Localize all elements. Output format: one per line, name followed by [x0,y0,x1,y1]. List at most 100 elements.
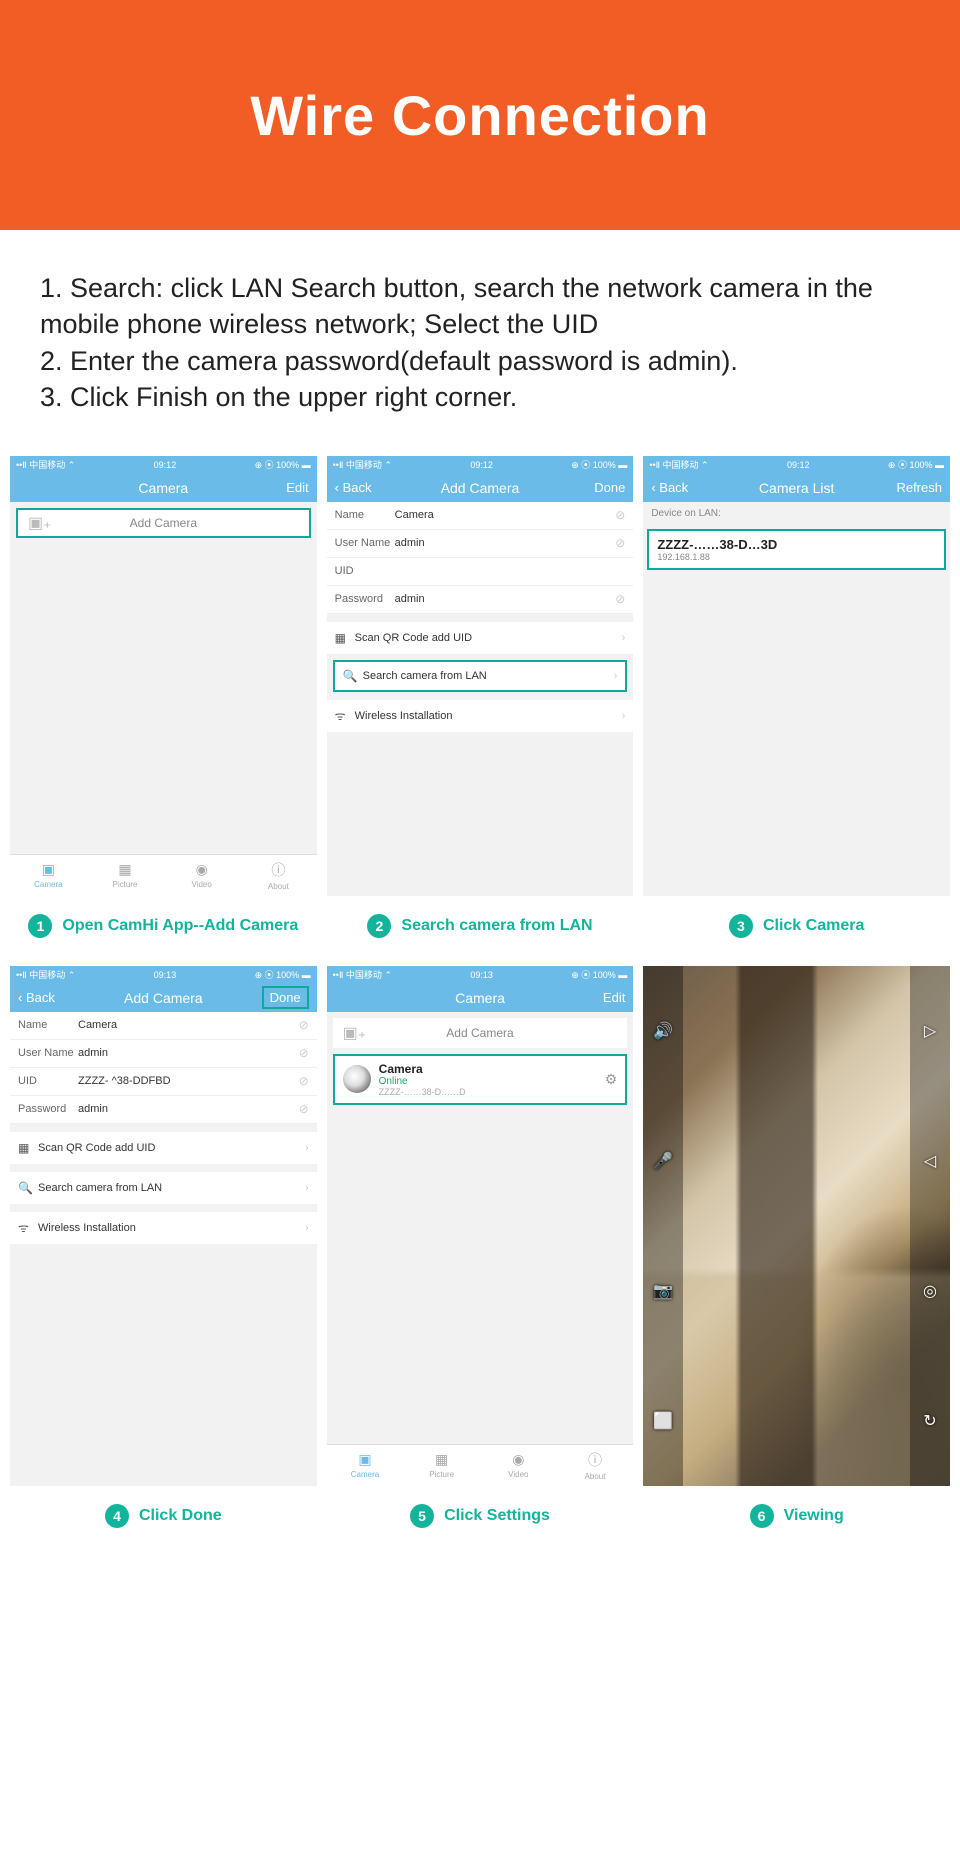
scan-qr-option[interactable]: ▦Scan QR Code add UID› [10,1132,317,1164]
instruction-2: 2. Enter the camera password(default pas… [40,343,920,379]
screen-2: ••Ⅱ 中国移动 ⌃ 09:12 ⊕ ⦿ 100% ▬ ‹ Back Add C… [327,456,634,896]
caption-5: 5 Click Settings [327,1486,634,1546]
left-controls: 🔊 🎤 📷 ⬜ [643,966,683,1486]
edit-button[interactable]: Edit [286,480,308,495]
mirror-icon[interactable]: ▷ [924,1021,936,1041]
nav-title: Camera [10,480,317,496]
back-button[interactable]: ‹ Back [18,990,55,1005]
picture-icon: ▦ [118,861,131,878]
camera-thumbnail [343,1065,371,1093]
tab-bar: ▣Camera ▦Picture ◉Video ⓘAbout [10,854,317,896]
screen-6-live-view[interactable]: 🔊 🎤 📷 ⬜ ▷ ◁ ◎ ↻ [643,966,950,1486]
tab-bar: ▣Camera ▦Picture ◉Video ⓘAbout [327,1444,634,1486]
add-camera-button[interactable]: ▣₊ Add Camera [16,508,311,538]
camera-icon: ▣ [42,861,55,878]
camera-name: Camera [379,1062,466,1076]
instruction-3: 3. Click Finish on the upper right corne… [40,379,920,415]
clear-icon[interactable]: ⊘ [299,1074,309,1088]
camera-status: Online [379,1076,466,1087]
speaker-icon[interactable]: 🔊 [653,1021,673,1041]
search-icon: 🔍 [18,1181,38,1195]
caption-text: Open CamHi App--Add Camera [62,916,298,935]
camera-icon: ▣ [358,1451,371,1468]
nav-title: Add Camera [327,480,634,496]
clear-icon[interactable]: ⊘ [299,1046,309,1060]
screen-1: ••Ⅱ 中国移动 ⌃ 09:12 ⊕ ⦿ 100% ▬ Camera Edit … [10,456,317,896]
caption-text: Click Settings [444,1506,550,1525]
clear-icon[interactable]: ⊘ [615,536,625,550]
clear-icon[interactable]: ⊘ [615,508,625,522]
device-ip: 192.168.1.88 [657,552,936,562]
nav-bar: ‹ Back Camera List Refresh [643,474,950,502]
clear-icon[interactable]: ⊘ [299,1018,309,1032]
username-field[interactable]: User Nameadmin⊘ [10,1040,317,1068]
status-bar: ••Ⅱ 中国移动 ⌃ 09:13 ⊕ ⦿ 100% ▬ [327,966,634,984]
tab-camera[interactable]: ▣Camera [10,855,87,896]
nav-bar: Camera Edit [10,474,317,502]
tab-camera[interactable]: ▣Camera [327,1445,404,1486]
add-camera-button[interactable]: ▣₊ Add Camera [333,1018,628,1048]
flip-icon[interactable]: ◁ [924,1151,936,1171]
instructions-block: 1. Search: click LAN Search button, sear… [0,230,960,446]
scan-qr-option[interactable]: ▦Scan QR Code add UID› [327,622,634,654]
step-badge-4: 4 [105,1504,129,1528]
password-field[interactable]: Passwordadmin⊘ [10,1096,317,1124]
tab-video[interactable]: ◉Video [480,1445,557,1486]
qr-icon: ▦ [335,631,355,645]
tab-picture[interactable]: ▦Picture [87,855,164,896]
screenshots-grid: ••Ⅱ 中国移动 ⌃ 09:12 ⊕ ⦿ 100% ▬ Camera Edit … [0,446,960,1556]
gear-icon[interactable]: ⚙ [605,1071,618,1088]
step-badge-2: 2 [367,914,391,938]
refresh-button[interactable]: Refresh [896,480,942,495]
edit-button[interactable]: Edit [603,990,625,1005]
tab-about[interactable]: ⓘAbout [240,855,317,896]
name-field[interactable]: NameCamera⊘ [10,1012,317,1040]
screen-5: ••Ⅱ 中国移动 ⌃ 09:13 ⊕ ⦿ 100% ▬ Camera Edit … [327,966,634,1486]
clear-icon[interactable]: ⊘ [615,592,625,606]
nav-bar: ‹ Back Add Camera Done [10,984,317,1012]
wireless-option[interactable]: ᯤWireless Installation› [10,1212,317,1244]
status-bar: ••Ⅱ 中国移动 ⌃ 09:12 ⊕ ⦿ 100% ▬ [10,456,317,474]
camera-list-item[interactable]: Camera Online ZZZZ-……38-D……D ⚙ [333,1054,628,1105]
chevron-right-icon: › [305,1222,309,1234]
wireless-option[interactable]: ᯤWireless Installation› [327,700,634,732]
caption-text: Viewing [784,1506,844,1525]
device-item[interactable]: ZZZZ-……38-D…3D 192.168.1.88 [647,529,946,570]
chevron-right-icon: › [305,1142,309,1154]
caption-2: 2 Search camera from LAN [327,896,634,956]
status-bar: ••Ⅱ 中国移动 ⌃ 09:12 ⊕ ⦿ 100% ▬ [643,456,950,474]
caption-text: Click Camera [763,916,864,935]
name-field[interactable]: NameCamera⊘ [327,502,634,530]
tab-about[interactable]: ⓘAbout [557,1445,634,1486]
step-badge-1: 1 [28,914,52,938]
username-field[interactable]: User Nameadmin⊘ [327,530,634,558]
video-icon: ◉ [196,861,208,878]
video-icon: ◉ [512,1451,524,1468]
back-button[interactable]: ‹ Back [335,480,372,495]
done-button[interactable]: Done [262,986,309,1009]
clear-icon[interactable]: ⊘ [299,1102,309,1116]
uid-field[interactable]: UIDZZZZ- ^38-DDFBD⊘ [10,1068,317,1096]
password-field[interactable]: Passwordadmin⊘ [327,586,634,614]
tab-picture[interactable]: ▦Picture [403,1445,480,1486]
focus-icon[interactable]: ◎ [923,1281,937,1301]
record-icon[interactable]: ⬜ [653,1411,673,1431]
chevron-right-icon: › [622,710,626,722]
done-button[interactable]: Done [594,480,625,495]
tab-video[interactable]: ◉Video [163,855,240,896]
mic-icon[interactable]: 🎤 [653,1151,673,1171]
back-button[interactable]: ‹ Back [651,480,688,495]
device-uid: ZZZZ-……38-D…3D [657,537,936,552]
search-lan-option[interactable]: 🔍Search camera from LAN› [10,1172,317,1204]
caption-text: Search camera from LAN [401,916,592,935]
instruction-1: 1. Search: click LAN Search button, sear… [40,270,920,343]
snapshot-icon[interactable]: 📷 [653,1281,673,1301]
uid-field[interactable]: UID [327,558,634,586]
search-lan-option[interactable]: 🔍Search camera from LAN› [333,660,628,692]
nav-bar: Camera Edit [327,984,634,1012]
step-badge-5: 5 [410,1504,434,1528]
qr-icon: ▦ [18,1141,38,1155]
refresh-icon[interactable]: ↻ [923,1411,936,1431]
add-camera-label: Add Camera [446,1026,513,1040]
nav-title: Camera [327,990,634,1006]
